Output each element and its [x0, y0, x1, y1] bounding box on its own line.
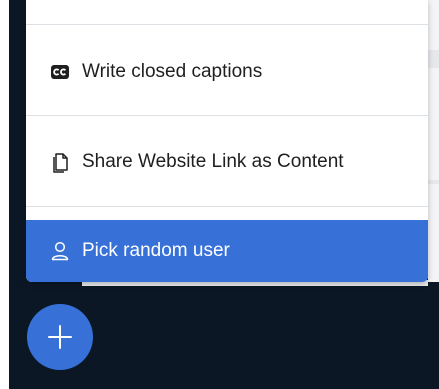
add-action-button[interactable]	[27, 304, 93, 370]
menu-item-share-website-link[interactable]: Share Website Link as Content	[26, 136, 428, 188]
background-content-strip	[428, 0, 439, 282]
share-content-icon	[48, 150, 72, 174]
actions-dropdown-menu: Write closed captions Share Website Link…	[26, 0, 428, 282]
plus-icon	[46, 323, 74, 351]
menu-item-label: Share Website Link as Content	[82, 151, 344, 172]
menu-divider	[26, 115, 428, 116]
closed-captions-icon	[48, 60, 72, 84]
menu-divider	[26, 206, 428, 207]
menu-item-pick-random-user[interactable]: Pick random user	[26, 220, 428, 282]
menu-item-write-closed-captions[interactable]: Write closed captions	[26, 46, 428, 98]
menu-item-label: Pick random user	[82, 240, 230, 261]
menu-item-label: Write closed captions	[82, 61, 263, 82]
menu-divider	[26, 24, 428, 25]
user-icon	[48, 239, 72, 263]
